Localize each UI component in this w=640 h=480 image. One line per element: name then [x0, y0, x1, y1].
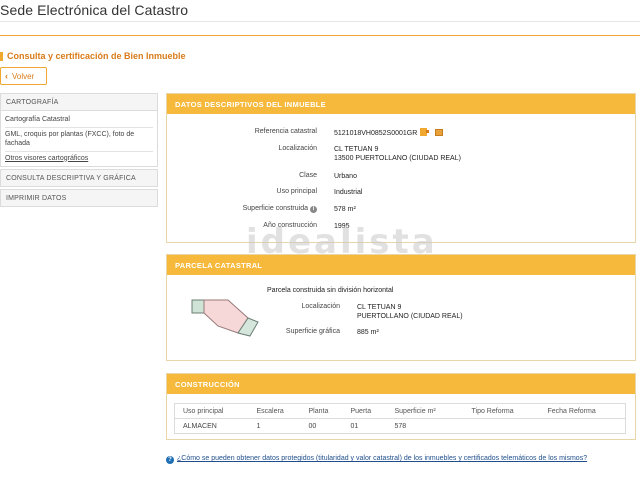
uso-label: Uso principal	[276, 188, 317, 195]
col-fecha-reforma: Fecha Reforma	[539, 403, 626, 419]
back-button[interactable]: ‹ Volver	[0, 67, 47, 85]
map-icon[interactable]	[435, 129, 444, 136]
site-title: Sede Electrónica del Catastro	[0, 2, 189, 18]
sidebar-item-consulta[interactable]: CONSULTA DESCRIPTIVA Y GRÁFICA	[0, 169, 158, 187]
parcela-loc-label: Localización	[301, 303, 340, 310]
sidebar-divider	[5, 126, 153, 128]
back-button-label: Volver	[12, 71, 35, 81]
page-heading: Consulta y certificación de Bien Inmuebl…	[0, 51, 186, 61]
help-link-text[interactable]: ¿Cómo se pueden obtener datos protegidos…	[177, 455, 587, 462]
superficie-value: 578 m²	[334, 206, 356, 213]
sidebar-item-imprimir[interactable]: IMPRIMIR DATOS	[0, 189, 158, 207]
col-superficie: Superficie m²	[386, 403, 464, 419]
superficie-label: Superficie construida i	[200, 205, 317, 213]
anio-label: Año construcción	[263, 222, 317, 229]
col-escalera: Escalera	[248, 403, 301, 419]
cell-puerta: 01	[342, 418, 387, 434]
clase-value: Urbano	[334, 173, 357, 180]
page-heading-text: Consulta y certificación de Bien Inmuebl…	[7, 51, 186, 61]
cell-escalera: 1	[248, 418, 301, 434]
col-uso-principal: Uso principal	[174, 403, 249, 419]
cell-tipo-reforma	[463, 418, 540, 434]
cell-planta: 00	[300, 418, 343, 434]
ref-catastral-value: 5121018VH0852S0001GR	[334, 128, 444, 138]
heading-bar-icon	[0, 51, 3, 61]
superficie-label-text: Superficie construida	[242, 205, 308, 212]
cell-fecha-reforma	[539, 418, 626, 434]
chevron-left-icon: ‹	[5, 71, 8, 81]
help-icon[interactable]: ?	[166, 456, 174, 464]
table-header-row: Uso principal Escalera Planta Puerta Sup…	[174, 403, 626, 419]
parcel-map-icon[interactable]	[188, 296, 264, 338]
col-puerta: Puerta	[342, 403, 387, 419]
sidebar-item-gml[interactable]: GML, croquis por plantas (FXCC), foto de…	[5, 129, 153, 150]
parcela-loc-line2: PUERTOLLANO (CIUDAD REAL)	[357, 313, 463, 320]
ref-catastral-text: 5121018VH0852S0001GR	[334, 130, 418, 137]
document-icon[interactable]	[420, 128, 430, 136]
col-tipo-reforma: Tipo Reforma	[463, 403, 540, 419]
sidebar-divider	[5, 150, 153, 152]
datos-descriptivos-panel: DATOS DESCRIPTIVOS DEL INMUEBLE	[166, 93, 636, 243]
sidebar-item-cartografia-catastral[interactable]: Cartografía Catastral	[5, 114, 153, 126]
localizacion-label: Localización	[278, 145, 317, 152]
parcela-sup-label: Superficie gráfica	[285, 328, 340, 335]
sidebar-item-otros-visores[interactable]: Otros visores cartográficos	[5, 153, 153, 165]
anio-value: 1995	[334, 223, 350, 230]
sidebar: CARTOGRAFÍA Cartografía Catastral GML, c…	[0, 93, 158, 207]
orange-divider	[0, 35, 640, 36]
help-link[interactable]: ? ¿Cómo se pueden obtener datos protegido…	[166, 455, 587, 464]
col-planta: Planta	[300, 403, 343, 419]
info-icon[interactable]: i	[310, 206, 317, 213]
parcela-note: Parcela construida sin división horizont…	[267, 287, 394, 294]
cell-uso: ALMACEN	[174, 418, 249, 434]
table-row: ALMACEN 1 00 01 578	[174, 418, 626, 434]
parcela-panel-title: PARCELA CATASTRAL	[167, 255, 635, 275]
header-divider	[0, 21, 640, 22]
sidebar-cartografia-list: Cartografía Catastral GML, croquis por p…	[0, 111, 158, 167]
localizacion-line2: 13500 PUERTOLLANO (CIUDAD REAL)	[334, 155, 461, 162]
datos-panel-title: DATOS DESCRIPTIVOS DEL INMUEBLE	[167, 94, 635, 114]
clase-label: Clase	[299, 172, 317, 179]
construccion-table: Uso principal Escalera Planta Puerta Sup…	[174, 403, 626, 434]
sidebar-section-cartografia[interactable]: CARTOGRAFÍA	[0, 93, 158, 111]
ref-catastral-label: Referencia catastral	[254, 128, 317, 135]
construccion-panel-title: CONSTRUCCIÓN	[167, 374, 635, 394]
localizacion-line1: CL TETUAN 9	[334, 146, 379, 153]
uso-value: Industrial	[334, 189, 363, 196]
cell-superficie: 578	[386, 418, 464, 434]
parcela-loc-line1: CL TETUAN 9	[357, 304, 402, 311]
parcela-sup-value: 885 m²	[357, 329, 379, 336]
